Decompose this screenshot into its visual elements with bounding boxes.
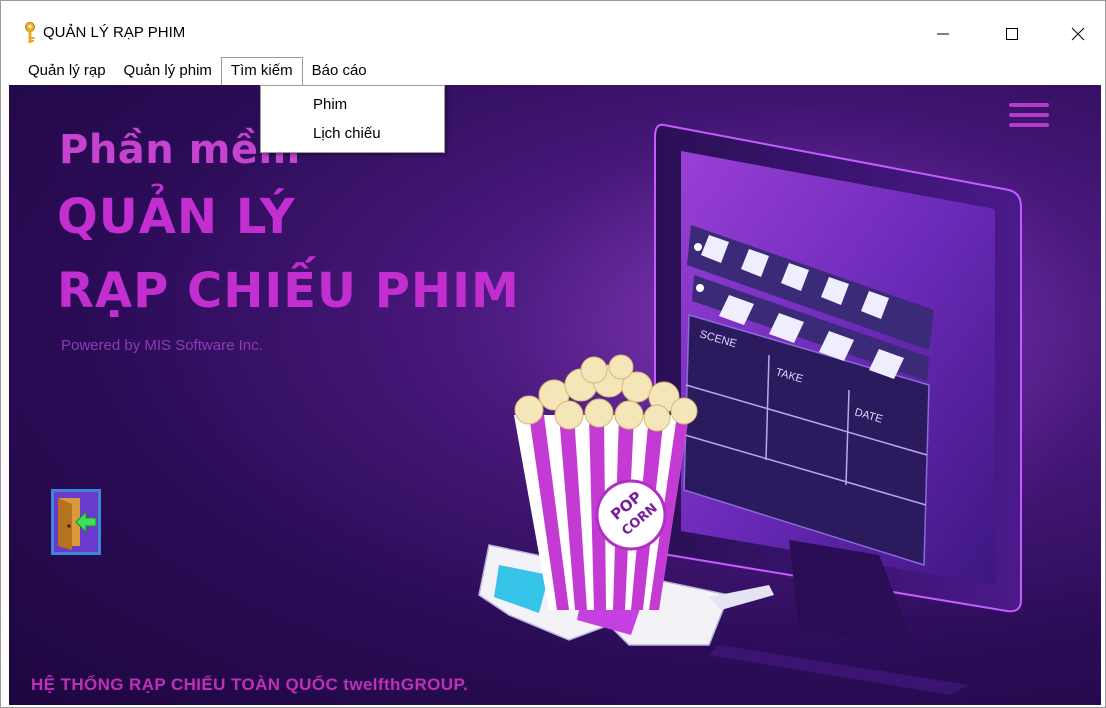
- menu-bar: Quản lý rạp Quản lý phim Tìm kiếm Báo cá…: [1, 57, 1105, 85]
- minimize-icon: [937, 33, 949, 35]
- app-window: QUẢN LÝ RẠP PHIM Quản lý rạp Quản lý phi…: [0, 0, 1106, 708]
- window-title: QUẢN LÝ RẠP PHIM: [43, 24, 186, 41]
- footer-text: HỆ THỐNG RẠP CHIẾU TOÀN QUỐC twelfthGROU…: [31, 675, 469, 694]
- menu-quan-ly-phim[interactable]: Quản lý phim: [115, 57, 221, 85]
- close-icon: [1071, 27, 1085, 41]
- cinema-illustration: SCENE TAKE DATE POP CORN: [478, 105, 1101, 695]
- hero-title-line1: QUẢN LÝ: [57, 189, 296, 245]
- close-button[interactable]: [1055, 15, 1101, 53]
- exit-door-icon: [58, 498, 97, 550]
- title-bar[interactable]: QUẢN LÝ RẠP PHIM: [1, 1, 1105, 57]
- menu-tim-kiem[interactable]: Tìm kiếm: [220, 57, 303, 85]
- minimize-button[interactable]: [920, 15, 966, 53]
- search-dropdown-menu: Phim Lịch chiếu: [260, 85, 445, 153]
- dropdown-item-lich-chieu[interactable]: Lịch chiếu: [261, 119, 444, 148]
- maximize-icon: [1006, 28, 1018, 40]
- maximize-button[interactable]: [989, 15, 1035, 53]
- main-banner: SCENE TAKE DATE POP CORN Phần mềm QUẢN L…: [9, 85, 1101, 705]
- menu-bao-cao[interactable]: Báo cáo: [303, 57, 376, 85]
- hero-title-line2: RẠP CHIẾU PHIM: [57, 263, 520, 319]
- powered-by-text: Powered by MIS Software Inc.: [61, 337, 263, 354]
- dropdown-item-phim[interactable]: Phim: [261, 90, 444, 119]
- key-icon: [25, 22, 35, 43]
- hamburger-menu-icon[interactable]: [1009, 103, 1049, 129]
- exit-button[interactable]: [51, 489, 101, 555]
- menu-quan-ly-rap[interactable]: Quản lý rạp: [19, 57, 115, 85]
